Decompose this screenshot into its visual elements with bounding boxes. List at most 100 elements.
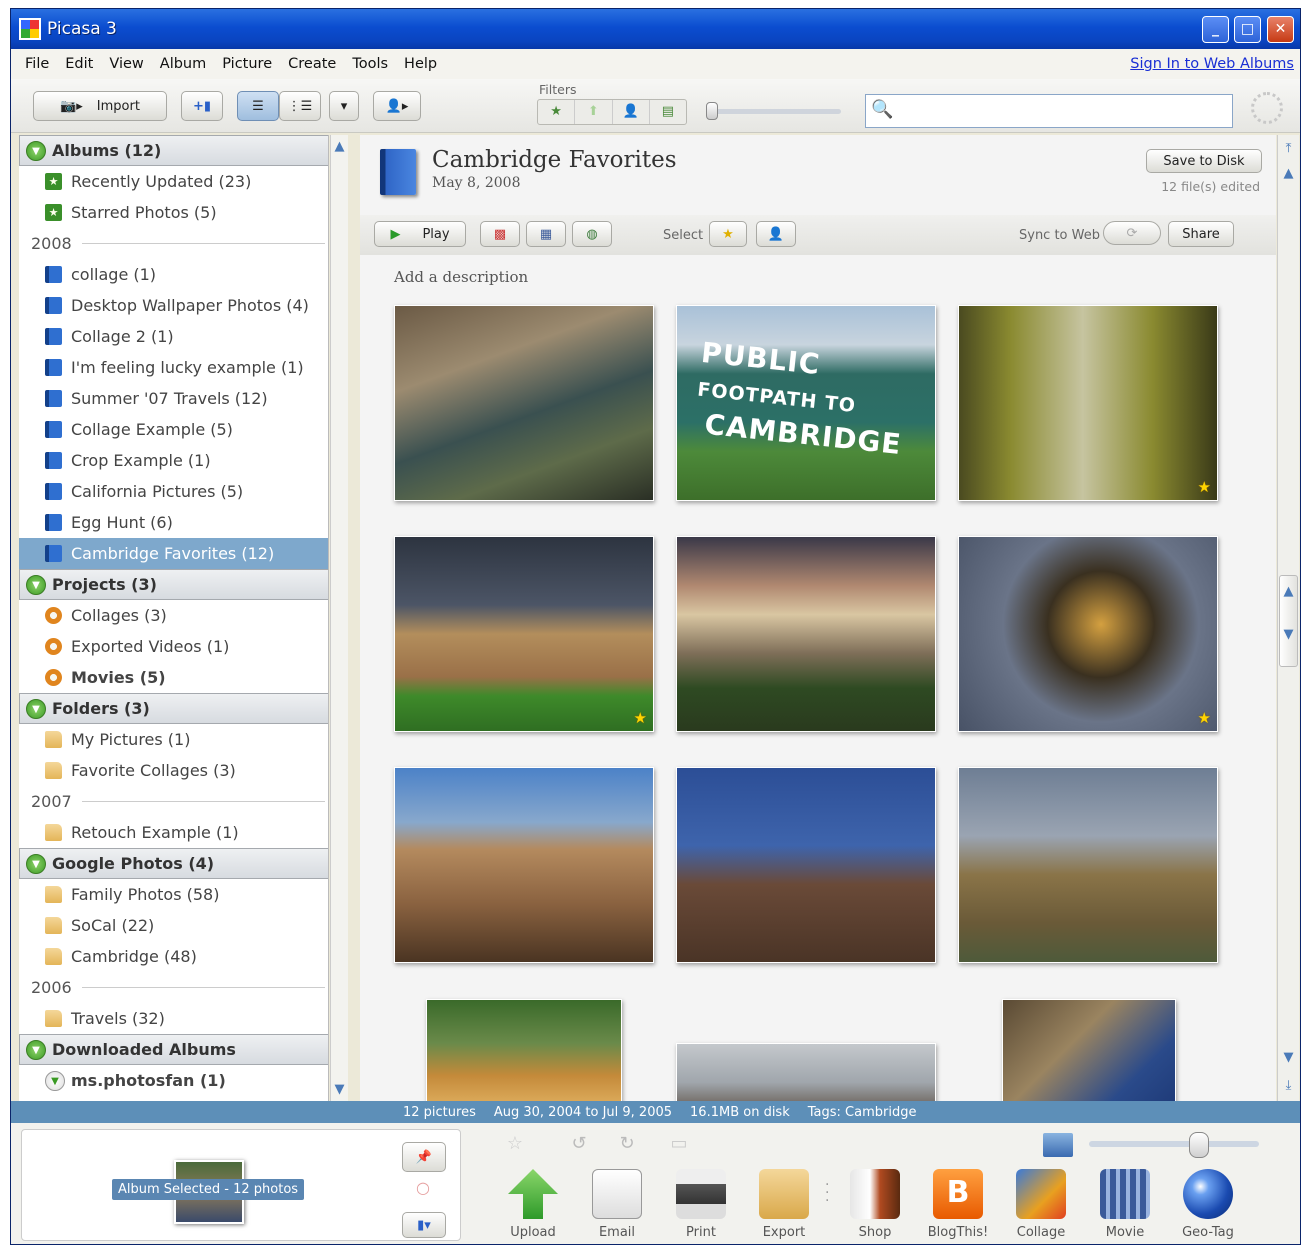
collapse-icon[interactable]: ▼: [26, 853, 46, 874]
thumbnail-size-knob[interactable]: [1189, 1132, 1209, 1158]
scroll-top-icon[interactable]: ⤒: [1278, 141, 1299, 156]
sidebar-item-cambridge[interactable]: Cambridge (48): [19, 941, 328, 972]
collapse-icon[interactable]: ▼: [26, 1039, 46, 1060]
select-people-button[interactable]: 👤: [756, 221, 796, 247]
photo-thumbnail[interactable]: ★: [958, 536, 1218, 732]
sidebar-item-desktop-wallpaper[interactable]: Desktop Wallpaper Photos (4): [19, 290, 328, 321]
page-down-icon[interactable]: ▼: [1280, 627, 1297, 642]
expand-icon[interactable]: ▼: [45, 1070, 65, 1091]
rotate-right-icon[interactable]: ↻: [611, 1133, 643, 1159]
scroll-bottom-icon[interactable]: ⤓: [1278, 1078, 1299, 1093]
photo-thumbnail[interactable]: [394, 767, 654, 963]
sidebar-item-cambridge-favorites[interactable]: Cambridge Favorites (12): [19, 538, 328, 569]
shop-button[interactable]: Shop: [839, 1169, 911, 1240]
clear-tray-icon[interactable]: ○: [416, 1178, 430, 1197]
photo-thumbnail[interactable]: PUBLIC FOOTPATH TO CAMBRIDGE: [676, 305, 936, 501]
list-view-button[interactable]: ☰: [237, 91, 279, 121]
sidebar-item-collages[interactable]: Collages (3): [19, 600, 328, 631]
collapse-icon[interactable]: ▼: [26, 140, 46, 161]
scroll-thumb[interactable]: ▲ ▼: [1279, 575, 1298, 667]
sidebar-item-collage-2[interactable]: Collage 2 (1): [19, 321, 328, 352]
projects-header[interactable]: ▼ Projects (3): [19, 569, 328, 600]
photo-thumbnail[interactable]: [958, 767, 1218, 963]
select-starred-button[interactable]: ★: [709, 221, 747, 247]
tree-view-button[interactable]: ⋮☰: [279, 91, 321, 121]
sidebar-item-exported-videos[interactable]: Exported Videos (1): [19, 631, 328, 662]
photo-thumbnail[interactable]: ★: [958, 305, 1218, 501]
upload-button[interactable]: Upload: [497, 1169, 569, 1240]
photo-thumbnail[interactable]: [394, 305, 654, 501]
scroll-up-icon[interactable]: ▲: [1278, 166, 1299, 181]
email-button[interactable]: Email: [581, 1169, 653, 1240]
date-filter-slider[interactable]: [706, 109, 841, 114]
photo-thumbnail[interactable]: [676, 536, 936, 732]
share-button[interactable]: Share: [1168, 221, 1234, 247]
tag-tray-icon[interactable]: ▭: [663, 1133, 695, 1159]
people-button[interactable]: 👤▸: [373, 91, 421, 121]
print-button[interactable]: Print: [665, 1169, 737, 1240]
blogthis-button[interactable]: B BlogThis!: [922, 1169, 994, 1240]
filter-starred-icon[interactable]: ★: [538, 100, 576, 124]
library-scrollbar[interactable]: ▲ ▼: [330, 135, 348, 1101]
movie-button[interactable]: Movie: [1089, 1169, 1161, 1240]
minimize-button[interactable]: _: [1202, 16, 1229, 43]
albums-header[interactable]: ▼ Albums (12): [19, 135, 328, 166]
menu-help[interactable]: Help: [396, 56, 445, 72]
export-button[interactable]: Export: [748, 1169, 820, 1240]
maximize-button[interactable]: □: [1234, 16, 1261, 43]
sidebar-item-movies[interactable]: Movies (5): [19, 662, 328, 693]
folders-header[interactable]: ▼ Folders (3): [19, 693, 328, 724]
map-button[interactable]: ◍: [572, 221, 612, 247]
collapse-icon[interactable]: ▼: [26, 698, 46, 719]
menu-tools[interactable]: Tools: [344, 56, 396, 72]
sidebar-item-collage[interactable]: collage (1): [19, 259, 328, 290]
menu-picture[interactable]: Picture: [214, 56, 280, 72]
album-title[interactable]: Cambridge Favorites: [432, 147, 677, 173]
sidebar-item-collage-example[interactable]: Collage Example (5): [19, 414, 328, 445]
sidebar-item-feeling-lucky[interactable]: I'm feeling lucky example (1): [19, 352, 328, 383]
date-filter-knob[interactable]: [706, 102, 718, 120]
sidebar-item-crop-example[interactable]: Crop Example (1): [19, 445, 328, 476]
thumbnail-size-slider[interactable]: [1089, 1141, 1259, 1147]
sidebar-item-family-photos[interactable]: Family Photos (58): [19, 879, 328, 910]
photo-thumbnail[interactable]: [426, 999, 622, 1101]
sidebar-item-ms-photosfan[interactable]: ▼ ms.photosfan (1): [19, 1065, 328, 1096]
filter-uploaded-icon[interactable]: ⬆: [575, 100, 613, 124]
rotate-left-icon[interactable]: ↺: [563, 1133, 595, 1159]
sidebar-item-retouch-example[interactable]: Retouch Example (1): [19, 817, 328, 848]
photo-thumbnail[interactable]: ★: [394, 536, 654, 732]
sidebar-item-summer-travels[interactable]: Summer '07 Travels (12): [19, 383, 328, 414]
page-up-icon[interactable]: ▲: [1280, 584, 1297, 599]
scroll-down-icon[interactable]: ▼: [1278, 1050, 1299, 1065]
album-scrollbar[interactable]: ⤒ ▲ ▲ ▼ ▼ ⤓: [1277, 135, 1299, 1101]
collage-view-button[interactable]: ▦: [526, 221, 566, 247]
new-album-button[interactable]: +▮: [181, 91, 223, 121]
photo-thumbnail[interactable]: [1002, 999, 1176, 1101]
sidebar-item-socal[interactable]: SoCal (22): [19, 910, 328, 941]
photo-thumbnail[interactable]: [676, 767, 936, 963]
add-to-album-button[interactable]: ▮▾: [402, 1212, 446, 1238]
sidebar-item-california-pictures[interactable]: California Pictures (5): [19, 476, 328, 507]
sidebar-item-my-pictures[interactable]: My Pictures (1): [19, 724, 328, 755]
menu-edit[interactable]: Edit: [57, 56, 101, 72]
hold-button[interactable]: 📌: [402, 1142, 446, 1172]
google-photos-header[interactable]: ▼ Google Photos (4): [19, 848, 328, 879]
photo-thumbnail[interactable]: [676, 1043, 936, 1101]
view-dropdown-button[interactable]: ▾: [329, 91, 359, 121]
menu-create[interactable]: Create: [280, 56, 344, 72]
downloaded-albums-header[interactable]: ▼ Downloaded Albums: [19, 1034, 328, 1065]
filter-video-icon[interactable]: ▤: [650, 100, 686, 124]
star-tray-icon[interactable]: ☆: [499, 1133, 531, 1159]
sidebar-item-travels[interactable]: Travels (32): [19, 1003, 328, 1034]
sync-toggle[interactable]: ⟳: [1103, 221, 1161, 245]
menu-file[interactable]: File: [17, 56, 57, 72]
search-input[interactable]: [865, 94, 1233, 128]
scroll-down-icon[interactable]: ▼: [331, 1082, 348, 1097]
album-description[interactable]: Add a description: [394, 268, 528, 286]
email-slideshow-button[interactable]: ▩: [480, 221, 520, 247]
sign-in-link[interactable]: Sign In to Web Albums: [1130, 56, 1294, 72]
close-button[interactable]: ✕: [1267, 16, 1294, 43]
filter-faces-icon[interactable]: 👤: [613, 100, 650, 124]
scroll-up-icon[interactable]: ▲: [331, 139, 348, 154]
sidebar-item-egg-hunt[interactable]: Egg Hunt (6): [19, 507, 328, 538]
